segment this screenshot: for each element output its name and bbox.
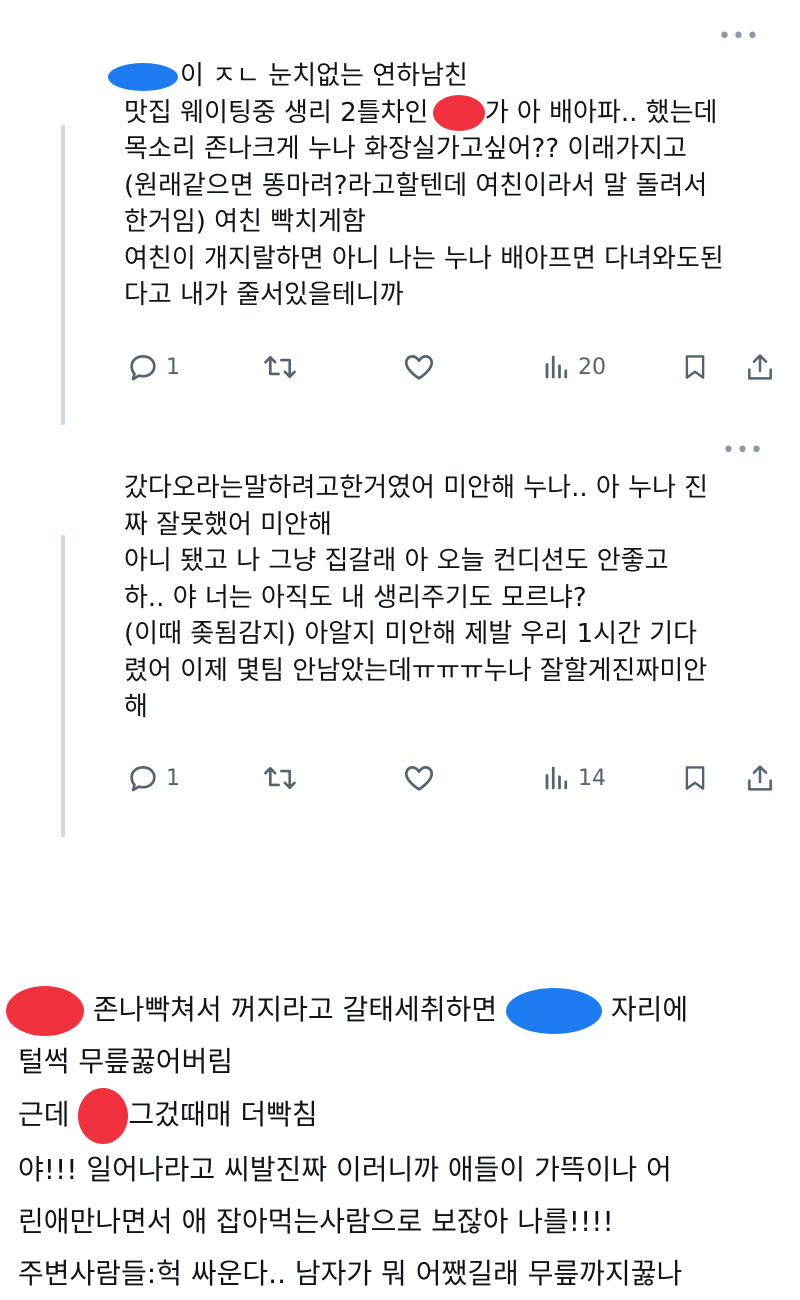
redacted-name [108, 62, 178, 91]
caption-line: 근데 [18, 1098, 79, 1131]
bookmark-icon [685, 766, 705, 790]
more-options-icon[interactable]: ••• [722, 440, 764, 462]
tweet-line: 한거임) 여친 빡치게함 [124, 207, 366, 237]
share-icon [748, 354, 772, 380]
caption-line: 린애만나면서 애 잡아먹는사람으로 보잖아 나를!!!! [18, 1205, 614, 1238]
like-button[interactable] [402, 758, 436, 798]
tweet-1-actions: 1 20 [124, 347, 784, 387]
caption-line: 자리에 [602, 993, 689, 1026]
redacted-name [6, 986, 84, 1036]
tweet-line: 여친이 개지랄하면 아니 나는 누나 배아프면 다녀와도된 [124, 243, 724, 274]
reply-icon [130, 766, 156, 792]
thread-line [61, 535, 65, 837]
retweet-button[interactable] [262, 347, 298, 387]
caption-line: 털썩 무릎꿇어버림 [18, 1045, 233, 1078]
reply-count: 1 [166, 765, 180, 791]
tweet-line: 갔다오라는말하려고한거였어 미안해 누나.. 아 누나 진 [124, 473, 709, 503]
tweet-line: 렸어 이제 몇팀 안남았는데ㅠㅠㅠ누나 잘할게진짜미안 [124, 655, 708, 686]
more-options-icon[interactable]: ••• [718, 26, 760, 48]
bookmark-icon [685, 355, 705, 379]
views-count: 14 [578, 765, 606, 791]
views-button[interactable]: 14 [542, 758, 606, 798]
caption-line: 그겄때매 더빡침 [128, 1098, 318, 1131]
bookmark-button[interactable] [680, 347, 710, 387]
caption-text: 존나빡쳐서 꺼지라고 갈태세취하면 자리에 털썩 무릎꿇어버림 근데 그겄때매 … [6, 984, 788, 1300]
tweet-line: 가 아 배아파.. 했는데 [484, 97, 718, 128]
tweet-line: 이 ㅈㄴ 눈치없는 연하남친 [180, 61, 468, 91]
tweet-2-actions: 1 14 [124, 758, 784, 798]
tweet-line: (이때 좆됨감지) 아알지 미안해 제발 우리 1시간 기다 [124, 619, 698, 649]
views-count: 20 [578, 354, 606, 380]
tweet-line: 짜 잘못했어 미안해 [124, 509, 332, 540]
retweet-button[interactable] [262, 758, 298, 798]
tweet-2-text: 갔다오라는말하려고한거였어 미안해 누나.. 아 누나 진 짜 잘못했어 미안해… [124, 470, 784, 726]
tweet-line: (원래같으면 똥마려?라고할텐데 여친이라서 말 돌려서 [124, 170, 708, 201]
tweet-line: 해 [124, 692, 148, 722]
redacted-name [432, 95, 485, 131]
share-button[interactable] [744, 758, 776, 798]
tweet-line: 목소리 존나크게 누나 화장실가고싶어?? 이래가지고 [124, 134, 687, 164]
tweet-line: 다고 내가 줄서있을테니까 [124, 280, 404, 310]
reply-button[interactable]: 1 [126, 758, 180, 798]
views-icon [545, 355, 568, 379]
share-button[interactable] [744, 347, 776, 387]
reply-count: 1 [166, 354, 180, 380]
views-icon [545, 766, 568, 790]
reply-icon [130, 355, 156, 381]
heart-icon [404, 766, 434, 791]
retweet-icon [264, 355, 296, 379]
caption-line: 존나빡쳐서 꺼지라고 갈태세취하면 [84, 993, 507, 1026]
reply-button[interactable]: 1 [126, 347, 180, 387]
redacted-name [506, 988, 603, 1034]
share-icon [748, 765, 772, 791]
tweet-1-text: 이 ㅈㄴ 눈치없는 연하남친 맛집 웨이팅중 생리 2틀차인 가 아 배아파..… [108, 58, 784, 314]
caption-line: 야!!! 일어나라고 씨발진짜 이러니까 애들이 가뜩이나 어 [18, 1153, 672, 1186]
heart-icon [404, 355, 434, 380]
like-button[interactable] [402, 347, 436, 387]
caption-line: 주변사람들:헉 싸운다.. 남자가 뭐 어쨌길래 무릎까지꿇나 [18, 1257, 683, 1290]
tweet-line: 맛집 웨이팅중 생리 2틀차인 [124, 97, 437, 128]
redacted-name [78, 1088, 129, 1144]
tweet-line: 하.. 야 너는 아직도 내 생리주기도 모르냐? [124, 582, 587, 613]
tweet-line: 아니 됐고 나 그냥 집갈래 아 오늘 컨디션도 안좋고 [124, 546, 669, 576]
thread-line [61, 125, 65, 425]
bookmark-button[interactable] [680, 758, 710, 798]
views-button[interactable]: 20 [542, 347, 606, 387]
retweet-icon [264, 766, 296, 790]
